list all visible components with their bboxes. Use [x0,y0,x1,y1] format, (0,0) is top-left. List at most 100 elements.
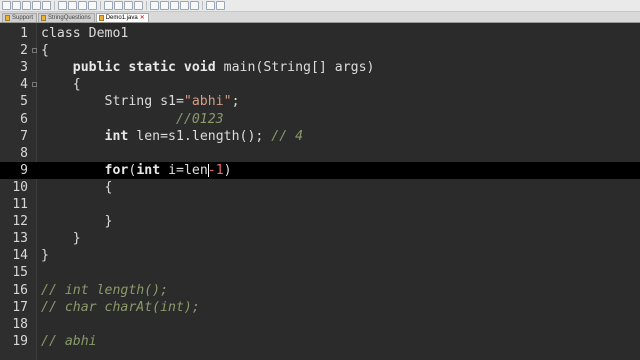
tab-stringquestions[interactable]: StringQuestions [38,13,95,22]
replace-icon[interactable] [134,1,143,10]
sync-icon[interactable] [170,1,179,10]
code-token: { [41,43,49,59]
code-token: for [104,162,129,178]
line-number: 8 [20,145,28,161]
toolbar [0,0,640,12]
code-token: { [41,179,113,195]
line-number: 6 [20,111,28,127]
code-line[interactable]: 13 } [0,230,640,247]
tab-support[interactable]: Support [2,13,38,22]
code-token: // char charAt(int); [41,299,200,315]
code-line[interactable]: 6 //0123 [0,111,640,128]
line-number: 17 [12,299,28,315]
record-macro-icon[interactable] [206,1,215,10]
close-icon[interactable] [42,1,51,10]
code-line[interactable]: 10 { [0,179,640,196]
wrap-icon[interactable] [180,1,189,10]
line-number: 18 [12,316,28,332]
line-number: 7 [20,128,28,144]
code-line[interactable]: 18 [0,316,640,333]
code-token: int [136,162,161,178]
code-text: //0123 [41,111,224,128]
redo-icon[interactable] [114,1,123,10]
code-text: for(int i=len-1) [41,162,232,179]
line-number: 10 [12,179,28,195]
cut-icon[interactable] [68,1,77,10]
code-line[interactable]: 4 { [0,76,640,93]
code-text: { [41,76,81,93]
play-macro-icon[interactable] [216,1,225,10]
new-icon[interactable] [2,1,11,10]
code-token: len=s1.length(); [128,128,272,144]
code-token: //0123 [41,111,224,127]
find-icon[interactable] [124,1,133,10]
toolbar-separator [54,1,55,10]
code-line[interactable]: 17 // char charAt(int); [0,299,640,316]
code-text: } [41,247,49,264]
code-line[interactable]: 5 String s1="abhi"; [0,93,640,110]
tab-label: Support [12,14,34,21]
code-token: class Demo1 [41,26,129,41]
toolbar-separator [100,1,101,10]
tab-demo1-java[interactable]: Demo1.java ✕ [95,13,149,23]
zoom-in-icon[interactable] [150,1,159,10]
code-line[interactable]: 12 } [0,213,640,230]
tab-bar: Support StringQuestions Demo1.java ✕ [0,12,640,23]
tab-close-icon[interactable]: ✕ [140,14,145,23]
code-line[interactable]: 1 class Demo1 [0,25,640,42]
fold-marker-icon[interactable] [32,48,37,54]
code-text: class Demo1 [41,25,128,42]
code-token: main(String[] args) [215,60,375,76]
code-line[interactable]: 19 // abhi [0,333,640,350]
save-icon[interactable] [22,1,31,10]
code-token: // int length(); [41,282,169,298]
print-icon[interactable] [58,1,67,10]
open-icon[interactable] [12,1,21,10]
line-number: 15 [12,265,28,281]
line-number: 3 [20,60,28,76]
line-number: 2 [20,43,28,59]
line-number: 14 [12,248,28,264]
line-number: 11 [12,197,28,212]
code-token: String s1= [41,94,184,110]
undo-icon[interactable] [104,1,113,10]
file-icon [5,15,10,21]
code-token: // abhi [41,333,97,349]
code-line[interactable]: 9 for(int i=len-1) [0,161,640,179]
code-line[interactable]: 15 [0,264,640,281]
line-number: 9 [20,162,28,178]
code-token: { [41,77,81,93]
code-line[interactable]: 16 // int length(); [0,282,640,299]
code-text: String s1="abhi"; [41,93,240,110]
code-line[interactable]: 7 int len=s1.length(); // 4 [0,128,640,145]
code-token: } [41,231,81,247]
code-line[interactable]: 14} [0,247,640,264]
save-all-icon[interactable] [32,1,41,10]
copy-icon[interactable] [78,1,87,10]
code-line[interactable]: 3 public static void main(String[] args) [0,59,640,76]
fold-marker-icon[interactable] [32,82,37,88]
tab-label: StringQuestions [48,14,91,21]
code-editor[interactable]: 1 class Demo1 2{3 public static void main(… [0,23,640,360]
code-line[interactable]: 11 [0,196,640,213]
line-number: 16 [12,282,28,298]
paste-icon[interactable] [88,1,97,10]
zoom-out-icon[interactable] [160,1,169,10]
code-line[interactable]: 8 [0,145,640,162]
indent-guide-icon[interactable] [190,1,199,10]
code-text: { [41,42,49,59]
code-token: i=len [160,162,208,178]
code-token: public static void [72,60,216,76]
code-token: } [41,214,113,230]
file-icon [98,15,104,21]
code-token: ; [231,94,240,110]
code-text: } [41,213,113,230]
tab-label: Demo1.java [105,14,138,21]
code-token: } [41,248,49,264]
code-token: -1 [207,162,224,178]
line-number: 12 [12,214,28,230]
code-line[interactable]: 2{ [0,42,640,59]
